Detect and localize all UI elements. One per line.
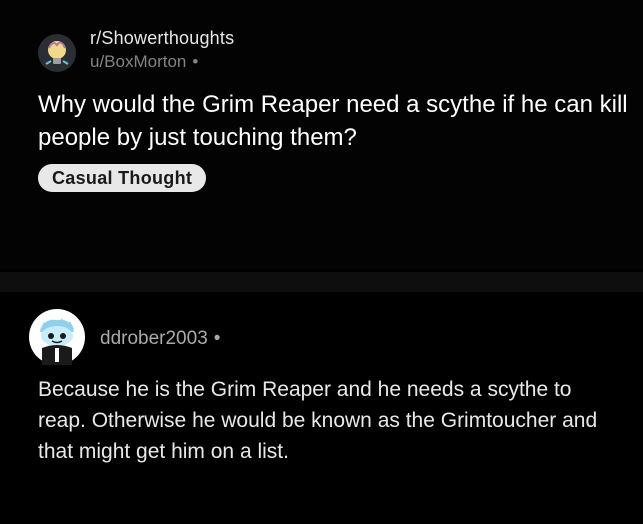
subreddit-avatar[interactable]: [38, 34, 76, 72]
post-title[interactable]: Why would the Grim Reaper need a scythe …: [38, 88, 628, 154]
post-header: r/Showerthoughts u/BoxMorton •: [38, 28, 598, 74]
comment-body: Because he is the Grim Reaper and he nee…: [38, 378, 598, 463]
comment-author-line: ddrober2003 •: [100, 328, 220, 350]
separator-dot: •: [213, 328, 221, 349]
snoo-avatar-icon: [29, 309, 85, 365]
post-author-line: u/BoxMorton •: [90, 52, 198, 72]
post-card: r/Showerthoughts u/BoxMorton • Why would …: [0, 0, 643, 270]
separator-dot: •: [192, 52, 199, 71]
section-divider: [0, 272, 643, 292]
comment-avatar[interactable]: [28, 308, 86, 366]
lightbulb-brain-icon: [38, 34, 76, 72]
post-author-link[interactable]: u/BoxMorton: [90, 52, 186, 71]
comment-author-link[interactable]: ddrober2003: [100, 328, 208, 349]
post-flair[interactable]: Casual Thought: [38, 164, 207, 192]
subreddit-name[interactable]: r/Showerthoughts: [90, 28, 234, 49]
comment: ddrober2003 • Because he is the Grim Reap…: [0, 292, 643, 524]
